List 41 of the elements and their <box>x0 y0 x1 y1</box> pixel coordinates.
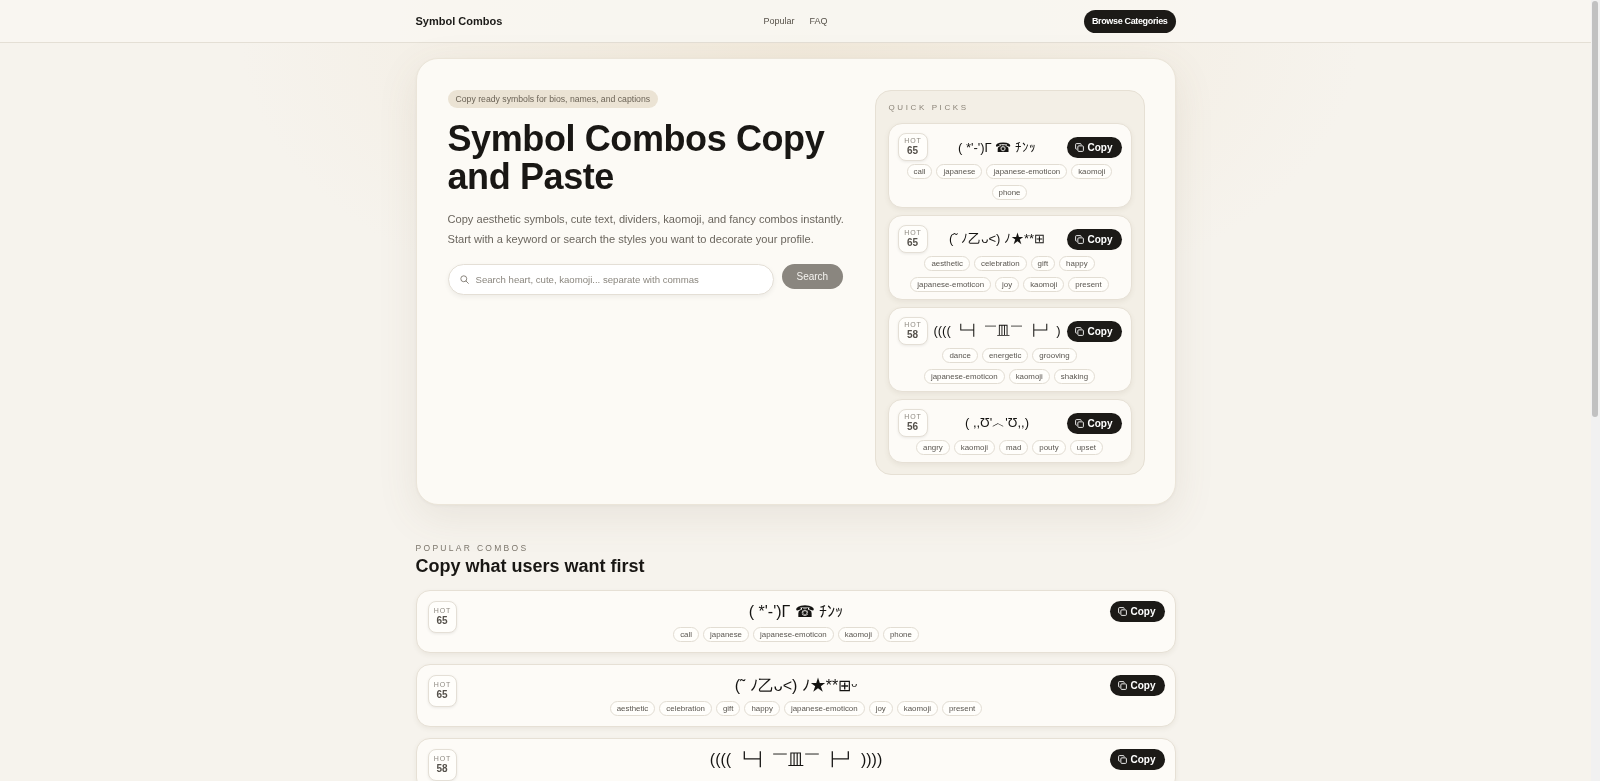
search-icon <box>459 275 469 284</box>
copy-button[interactable]: Copy <box>1109 675 1165 696</box>
combo-text: ( ,,Ʊ'︿'Ʊ,,) <box>963 414 1031 432</box>
combo-text: (((( ┗┫ ￣皿￣ ┣┛ ) <box>932 322 1062 340</box>
copy-icon <box>1074 418 1084 428</box>
hot-score: 65 <box>906 145 919 157</box>
copy-button[interactable]: Copy <box>1066 136 1122 158</box>
copy-button[interactable]: Copy <box>1109 749 1165 770</box>
combo-text: ( *'-')Γ ☎ ﾁﾝｯ <box>957 139 1037 155</box>
hot-score: 65 <box>906 237 919 249</box>
copy-icon <box>1074 234 1084 244</box>
copy-button[interactable]: Copy <box>1066 412 1122 434</box>
section-label: POPULAR COMBOS <box>415 543 530 553</box>
hot-score: 58 <box>436 763 448 775</box>
search-field[interactable]: Search heart, cute, kaomoji... separate with commas <box>447 264 774 295</box>
hot-score: 58 <box>906 329 919 341</box>
section-label: QUICK PICKS <box>888 103 970 112</box>
copy-icon <box>1117 681 1127 690</box>
hot-score: 56 <box>906 421 919 433</box>
combo-text: (((( ┗┫ ￣皿￣ ┣┛ )))) <box>709 750 883 770</box>
copy-icon <box>1117 755 1127 764</box>
combo-text: ( *'-')Γ ☎ ﾁﾝｯ <box>748 602 844 622</box>
copy-button[interactable]: Copy <box>1109 601 1165 622</box>
section-title: Copy what users want first <box>415 555 646 577</box>
site-logo[interactable]: Symbol Combos <box>415 15 503 27</box>
page-title: Symbol Combos Copy and Paste <box>447 120 826 196</box>
copy-button[interactable]: Copy <box>1066 320 1122 342</box>
combo-text: (˜ ﾉ乙ᴗ<) ﾉ★**⊞ <box>947 230 1047 248</box>
copy-button[interactable]: Copy <box>1066 228 1122 250</box>
copy-icon <box>1117 607 1127 616</box>
copy-icon <box>1074 326 1084 336</box>
copy-icon <box>1074 142 1084 152</box>
hot-score: 65 <box>436 689 448 701</box>
nav-link[interactable]: FAQ <box>809 16 828 26</box>
intro-text: Copy aesthetic symbols, cute text, dividers, kaomoji, and fancy combos instantly. Start with a keyword or search the styles you want to decorate your profile. <box>447 212 845 247</box>
nav-link[interactable]: Popular <box>763 16 795 26</box>
scrollbar-thumb[interactable] <box>1592 1 1598 417</box>
combo-text: (˜ ﾉ乙ᴗ<) ﾉ★**⊞ᵕ <box>734 676 858 696</box>
tagline-badge: Copy ready symbols for bios, names, and captions <box>447 90 659 108</box>
browse-categories-button[interactable]: Browse Categories <box>1083 9 1176 33</box>
hot-score: 65 <box>436 615 448 627</box>
